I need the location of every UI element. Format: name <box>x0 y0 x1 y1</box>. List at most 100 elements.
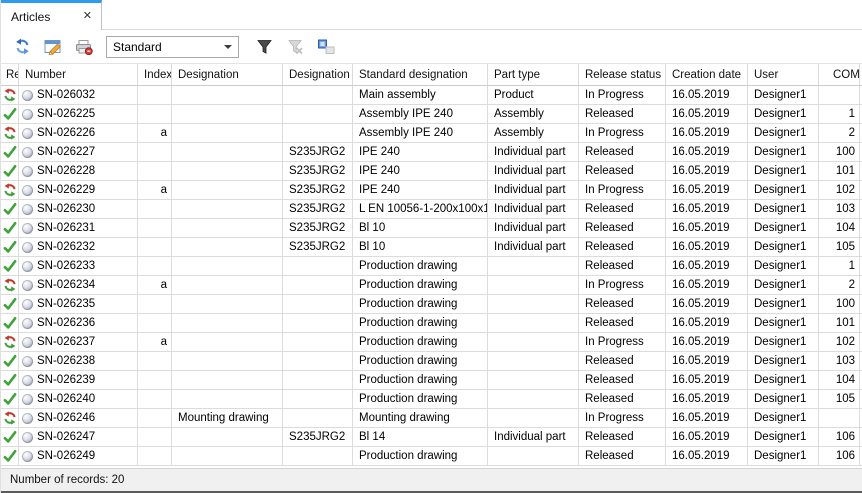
refresh-button[interactable] <box>9 35 35 59</box>
tab-articles[interactable]: Articles ✕ <box>1 0 102 30</box>
table-row[interactable]: SN-026229aS235JRG2IPE 240Individual part… <box>1 181 862 200</box>
in-progress-status-cell <box>1 86 19 104</box>
cell-com: 102 <box>819 333 860 351</box>
result-list-select-value: Standard <box>113 40 162 54</box>
table-row[interactable]: SN-026032Main assemblyProductIn Progress… <box>1 86 862 105</box>
cell-part_type <box>488 371 579 389</box>
table-row[interactable]: SN-026232S235JRG2Bl 10Individual partRel… <box>1 238 862 257</box>
in-progress-status-cell <box>1 124 19 142</box>
cell-index <box>138 105 172 123</box>
cell-release_status: In Progress <box>579 181 666 199</box>
column-header-release[interactable]: Re <box>1 64 19 85</box>
close-icon[interactable]: ✕ <box>83 11 92 22</box>
cell-standard_designation: Production drawing <box>353 447 488 465</box>
cell-com <box>819 409 860 427</box>
released-check-icon <box>3 316 17 330</box>
column-header-com[interactable]: COM <box>819 64 860 85</box>
table-row[interactable]: SN-026234aProduction drawingIn Progress1… <box>1 276 862 295</box>
cell-creation_date: 16.05.2019 <box>666 295 748 313</box>
column-header-designation[interactable]: Designation <box>172 64 283 85</box>
article-number: SN-026246 <box>37 412 95 424</box>
cell-creation_date: 16.05.2019 <box>666 257 748 275</box>
column-header-number[interactable]: Number <box>19 64 138 85</box>
cell-standard_designation: Production drawing <box>353 314 488 332</box>
column-header-release_status[interactable]: Release status <box>579 64 666 85</box>
article-number: SN-026232 <box>37 241 95 253</box>
cell-part_type: Individual part <box>488 162 579 180</box>
table-row[interactable]: SN-026233Production drawingReleased16.05… <box>1 257 862 276</box>
cell-designation2 <box>283 276 353 294</box>
table-row[interactable]: SN-026235Production drawingReleased16.05… <box>1 295 862 314</box>
cell-user: Designer1 <box>748 143 819 161</box>
cell-part_type <box>488 352 579 370</box>
table-row[interactable]: SN-026230S235JRG2L EN 10056-1-200x100x12… <box>1 200 862 219</box>
status-bar: Number of records: 20 <box>1 468 862 493</box>
table-row[interactable]: SN-026228S235JRG2IPE 240Individual partR… <box>1 162 862 181</box>
table-row[interactable]: SN-026237aProduction drawingIn Progress1… <box>1 333 862 352</box>
released-status-cell <box>1 371 19 389</box>
table-row[interactable]: SN-026247S235JRG2Bl 14Individual partRel… <box>1 428 862 447</box>
table-row[interactable]: SN-026249Production drawingReleased16.05… <box>1 447 862 466</box>
table-row[interactable]: SN-026239Production drawingReleased16.05… <box>1 371 862 390</box>
table-row[interactable]: SN-026236Production drawingReleased16.05… <box>1 314 862 333</box>
table-row[interactable]: SN-026246Mounting drawingMounting drawin… <box>1 409 862 428</box>
column-header-standard_designation[interactable]: Standard designation <box>353 64 488 85</box>
filter-button[interactable] <box>251 35 277 59</box>
released-check-icon <box>3 259 17 273</box>
cell-creation_date: 16.05.2019 <box>666 86 748 104</box>
column-header-user[interactable]: User <box>748 64 819 85</box>
cell-index <box>138 428 172 446</box>
cell-com: 100 <box>819 143 860 161</box>
cell-part_type: Individual part <box>488 143 579 161</box>
table-row[interactable]: SN-026240Production drawingReleased16.05… <box>1 390 862 409</box>
result-list-select[interactable]: Standard <box>106 36 239 58</box>
cell-user: Designer1 <box>748 428 819 446</box>
released-status-cell <box>1 238 19 256</box>
article-icon <box>22 318 33 329</box>
cell-number: SN-026236 <box>19 314 138 332</box>
released-check-icon <box>3 107 17 121</box>
released-check-icon <box>3 240 17 254</box>
cell-creation_date: 16.05.2019 <box>666 428 748 446</box>
cell-user: Designer1 <box>748 124 819 142</box>
article-number: SN-026235 <box>37 298 95 310</box>
column-header-creation_date[interactable]: Creation date <box>666 64 748 85</box>
cell-part_type: Individual part <box>488 181 579 199</box>
print-button[interactable] <box>71 35 97 59</box>
cell-standard_designation: Bl 14 <box>353 428 488 446</box>
cell-part_type: Assembly <box>488 124 579 142</box>
table-row[interactable]: SN-026226aAssembly IPE 240AssemblyIn Pro… <box>1 124 862 143</box>
cell-index: a <box>138 181 172 199</box>
cell-index <box>138 200 172 218</box>
cell-user: Designer1 <box>748 333 819 351</box>
articles-table: ReNumberIndexDesignationDesignationStand… <box>1 63 862 466</box>
article-number: SN-026240 <box>37 393 95 405</box>
cell-designation2 <box>283 352 353 370</box>
table-row[interactable]: SN-026231S235JRG2Bl 10Individual partRel… <box>1 219 862 238</box>
edit-result-list-button[interactable] <box>40 35 66 59</box>
cell-designation2 <box>283 124 353 142</box>
article-icon <box>22 109 33 120</box>
cell-index <box>138 219 172 237</box>
article-icon <box>22 128 33 139</box>
link-document-button[interactable] <box>313 35 339 59</box>
column-header-part_type[interactable]: Part type <box>488 64 579 85</box>
cell-user: Designer1 <box>748 162 819 180</box>
cell-designation2 <box>283 295 353 313</box>
cell-designation <box>172 390 283 408</box>
cell-creation_date: 16.05.2019 <box>666 371 748 389</box>
column-header-designation2[interactable]: Designation <box>283 64 353 85</box>
released-check-icon <box>3 164 17 178</box>
clear-filter-button[interactable] <box>282 35 308 59</box>
table-row[interactable]: SN-026227S235JRG2IPE 240Individual partR… <box>1 143 862 162</box>
cell-com: 2 <box>819 276 860 294</box>
table-row[interactable]: SN-026225Assembly IPE 240AssemblyRelease… <box>1 105 862 124</box>
table-row[interactable]: SN-026238Production drawingReleased16.05… <box>1 352 862 371</box>
column-header-index[interactable]: Index <box>138 64 172 85</box>
cell-designation <box>172 333 283 351</box>
cell-user: Designer1 <box>748 409 819 427</box>
cell-user: Designer1 <box>748 105 819 123</box>
print-icon <box>75 39 93 55</box>
cell-com: 105 <box>819 238 860 256</box>
cell-number: SN-026232 <box>19 238 138 256</box>
